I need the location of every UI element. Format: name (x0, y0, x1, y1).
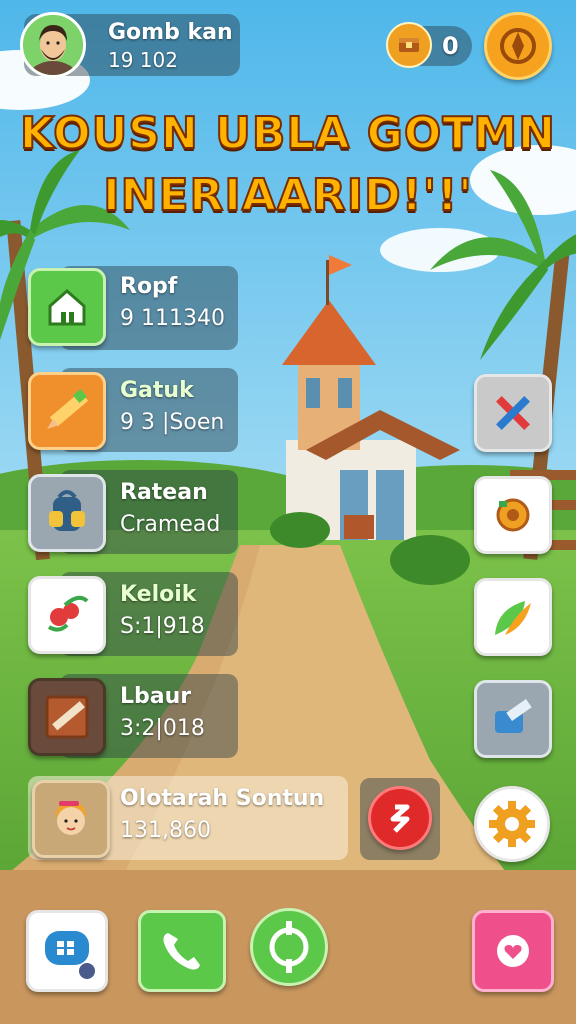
compass-button[interactable] (484, 12, 552, 80)
leaf-brush-icon (495, 601, 531, 635)
phone-button[interactable] (138, 910, 226, 992)
gear-shield-icon (496, 498, 530, 532)
character-portrait-icon (55, 801, 87, 835)
menu-row-home-value: 9 111340 (120, 306, 225, 331)
menu-row-crate-value: 3:2|018 (120, 716, 205, 741)
player-name: Gomb kan (108, 20, 233, 45)
pencil-ruler-tile[interactable] (28, 372, 106, 450)
target-button[interactable] (250, 908, 328, 986)
menu-row-craft-value: 9 3 |Soen (120, 410, 225, 435)
crossed-pencils-icon (496, 396, 530, 430)
dollar-icon (390, 804, 410, 833)
phone-icon (163, 933, 200, 970)
crate-tile[interactable] (28, 678, 106, 756)
tape-roll-icon (495, 699, 532, 733)
right-tape-roll-button[interactable] (474, 680, 552, 758)
berries-tile[interactable] (28, 576, 106, 654)
red-action-button[interactable] (368, 786, 432, 850)
compass-icon (500, 28, 536, 64)
player-card[interactable]: Gomb kan 19 102 (20, 12, 240, 78)
heart-icon (497, 935, 529, 967)
menu-row-crate-name: Lbaur (120, 684, 192, 709)
backpack-icon (49, 490, 85, 531)
right-leaf-brush-button[interactable] (474, 578, 552, 656)
currency-display[interactable]: 0 (386, 22, 472, 68)
backpack-tile[interactable] (28, 474, 106, 552)
crate-icon (45, 695, 89, 739)
target-icon (269, 921, 309, 973)
menu-row-berries-value: S:1|918 (120, 614, 205, 639)
avatar-icon (23, 15, 83, 75)
pencil-ruler-icon (47, 388, 89, 429)
menu-row-berries-name: Keloik (120, 582, 197, 607)
player-avatar[interactable] (20, 12, 86, 78)
currency-value: 0 (442, 32, 459, 60)
character-tile[interactable] (32, 780, 110, 858)
right-crossed-pencils-button[interactable] (474, 374, 552, 452)
menu-row-backpack-name: Ratean (120, 480, 208, 505)
game-title-line1: KOUSN UBLA GOTMN (19, 107, 556, 160)
settings-button[interactable] (474, 786, 550, 862)
menu-row-character-value: 131,860 (120, 818, 211, 843)
right-gear-shield-button[interactable] (474, 476, 552, 554)
berries-icon (47, 595, 89, 632)
heart-button[interactable] (472, 910, 554, 992)
menu-row-character-name: Olotarah Sontun (120, 786, 325, 811)
coin-chest-icon (386, 22, 432, 68)
menu-row-craft-name: Gatuk (120, 378, 194, 403)
menu-row-home-name: Ropf (120, 274, 178, 299)
menu-row-backpack-value: Cramead (120, 512, 221, 537)
player-score: 19 102 (108, 48, 178, 72)
game-title-line2: INERIAARID!'!' (102, 169, 473, 222)
chat-icon (45, 931, 95, 979)
settings-gear-icon (489, 801, 535, 847)
home-icon (48, 288, 86, 326)
chat-button[interactable] (26, 910, 108, 992)
home-tile[interactable] (28, 268, 106, 346)
